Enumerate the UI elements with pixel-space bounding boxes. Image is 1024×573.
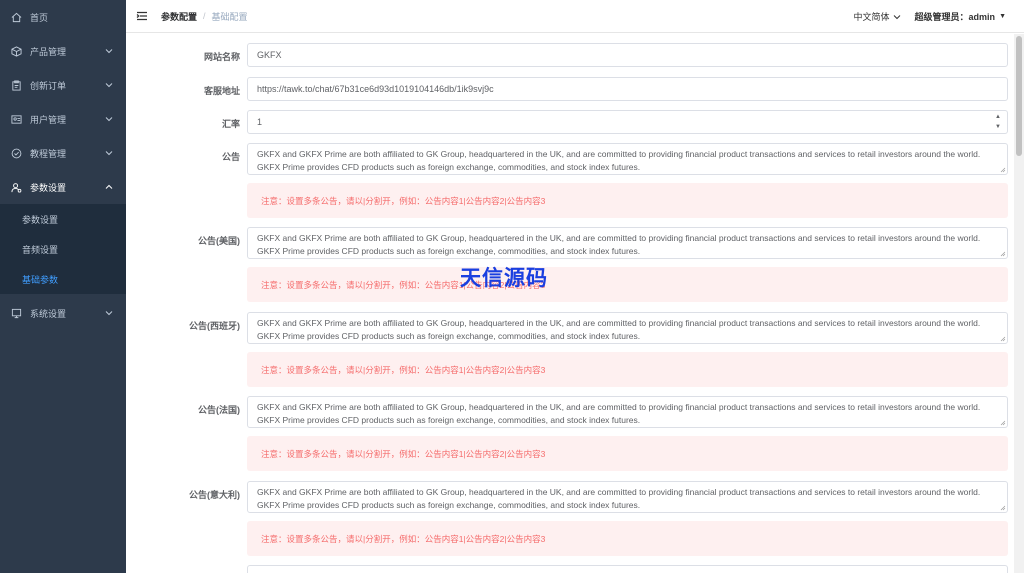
language-dropdown[interactable]: 中文简体 bbox=[854, 10, 901, 23]
notice-es-label: 公告(西班牙) bbox=[189, 321, 240, 331]
rate-input[interactable]: 1 ▲ ▼ bbox=[247, 110, 1008, 134]
chevron-down-icon bbox=[104, 80, 114, 90]
notice-label: 公告 bbox=[221, 152, 240, 162]
form-row-notice-fr: 公告(法国) GKFX and GKFX Prime are both affi… bbox=[126, 396, 1014, 472]
notice-fr-textarea[interactable]: GKFX and GKFX Prime are both affiliated … bbox=[247, 396, 1008, 428]
sidebar-subitem-label: 基础参数 bbox=[22, 274, 59, 285]
page-scrollbar[interactable] bbox=[1014, 34, 1024, 573]
notice-text: GKFX and GKFX Prime are both affiliated … bbox=[257, 402, 981, 425]
rate-label: 汇率 bbox=[221, 119, 240, 129]
sidebar-item-label: 产品管理 bbox=[30, 46, 67, 57]
form-row-notice-next: GKFX and GKFX Prime are both affiliated … bbox=[126, 565, 1014, 573]
chevron-down-icon bbox=[104, 308, 114, 318]
rate-value: 1 bbox=[257, 117, 263, 127]
service-label: 客服地址 bbox=[203, 86, 240, 96]
resize-grip-icon[interactable] bbox=[1000, 167, 1006, 173]
sidebar: 首页 产品管理 创新订单 用户管理 教程管理 参数设置 参数设置 音频设置 基础… bbox=[0, 0, 126, 573]
clipboard-icon bbox=[10, 79, 22, 91]
top-navbar: 参数配置 / 基础配置 中文简体 超级管理员：admin ▼ bbox=[126, 0, 1024, 33]
sidebar-item-label: 教程管理 bbox=[30, 148, 67, 159]
cube-icon bbox=[10, 45, 22, 57]
settings-form: 网站名称 GKFX 客服地址 https://tawk.to/chat/67b3… bbox=[126, 34, 1014, 573]
chevron-down-icon bbox=[104, 148, 114, 158]
sidebar-subitem-label: 音频设置 bbox=[22, 244, 59, 255]
caret-down-icon: ▼ bbox=[999, 13, 1006, 20]
hamburger-menu-icon[interactable] bbox=[135, 9, 149, 23]
sidebar-item-label: 用户管理 bbox=[30, 114, 67, 125]
form-row-notice-it: 公告(意大利) GKFX and GKFX Prime are both aff… bbox=[126, 481, 1014, 557]
notice-fr-label: 公告(法国) bbox=[198, 405, 240, 415]
notice-text: GKFX and GKFX Prime are both affiliated … bbox=[257, 149, 981, 172]
form-row-notice-us: 公告(美国) GKFX and GKFX Prime are both affi… bbox=[126, 227, 1014, 303]
chevron-down-icon bbox=[893, 14, 900, 19]
notice-it-textarea[interactable]: GKFX and GKFX Prime are both affiliated … bbox=[247, 481, 1008, 513]
notice-us-textarea[interactable]: GKFX and GKFX Prime are both affiliated … bbox=[247, 227, 1008, 259]
notice-us-hint-alert: 注意：设置多条公告，请以|分割开，例如：公告内容1|公告内容2|公告内容3 bbox=[247, 267, 1008, 302]
user-settings-icon bbox=[10, 181, 22, 193]
sidebar-subitem-audio-settings[interactable]: 音频设置 bbox=[0, 234, 126, 264]
sidebar-item-orders[interactable]: 创新订单 bbox=[0, 68, 126, 102]
resize-grip-icon[interactable] bbox=[1000, 251, 1006, 257]
sidebar-subitem-label: 参数设置 bbox=[22, 214, 59, 225]
form-row-rate: 汇率 1 ▲ ▼ bbox=[126, 110, 1014, 134]
notice-text: GKFX and GKFX Prime are both affiliated … bbox=[257, 318, 981, 341]
admin-dropdown[interactable]: 超级管理员：admin ▼ bbox=[915, 10, 1006, 23]
check-circle-icon bbox=[10, 147, 22, 159]
scrollbar-thumb[interactable] bbox=[1016, 36, 1022, 156]
sidebar-item-label: 创新订单 bbox=[30, 80, 67, 91]
sidebar-item-params[interactable]: 参数设置 bbox=[0, 170, 126, 204]
form-row-site-name: 网站名称 GKFX bbox=[126, 43, 1014, 67]
notice-text: GKFX and GKFX Prime are both affiliated … bbox=[257, 487, 981, 510]
sidebar-item-label: 首页 bbox=[30, 12, 49, 23]
form-row-notice-es: 公告(西班牙) GKFX and GKFX Prime are both aff… bbox=[126, 312, 1014, 388]
sidebar-item-tutorials[interactable]: 教程管理 bbox=[0, 136, 126, 170]
language-label: 中文简体 bbox=[853, 12, 890, 22]
breadcrumb-item-basic: 基础配置 bbox=[211, 11, 248, 22]
admin-label: 超级管理员：admin bbox=[914, 12, 996, 22]
sidebar-subitem-basic-params[interactable]: 基础参数 bbox=[0, 264, 126, 294]
form-row-notice: 公告 GKFX and GKFX Prime are both affiliat… bbox=[126, 143, 1014, 219]
notice-it-label: 公告(意大利) bbox=[189, 490, 240, 500]
notice-us-label: 公告(美国) bbox=[198, 236, 240, 246]
resize-grip-icon[interactable] bbox=[1000, 420, 1006, 426]
notice-it-hint-alert: 注意：设置多条公告，请以|分割开，例如：公告内容1|公告内容2|公告内容3 bbox=[247, 521, 1008, 556]
sidebar-item-label: 参数设置 bbox=[30, 182, 67, 193]
notice-es-textarea[interactable]: GKFX and GKFX Prime are both affiliated … bbox=[247, 312, 1008, 344]
stepper-up-icon[interactable]: ▲ bbox=[995, 113, 1001, 121]
sidebar-submenu: 参数设置 音频设置 基础参数 bbox=[0, 204, 126, 294]
sidebar-item-label: 系统设置 bbox=[30, 308, 67, 319]
sidebar-item-users[interactable]: 用户管理 bbox=[0, 102, 126, 136]
notice-hint-alert: 注意：设置多条公告，请以|分割开，例如：公告内容1|公告内容2|公告内容3 bbox=[247, 183, 1008, 218]
sidebar-item-system[interactable]: 系统设置 bbox=[0, 296, 126, 330]
chevron-up-icon bbox=[104, 182, 114, 192]
monitor-icon bbox=[10, 307, 22, 319]
breadcrumb: 参数配置 / 基础配置 bbox=[161, 10, 248, 23]
form-row-service: 客服地址 https://tawk.to/chat/67b31ce6d93d10… bbox=[126, 77, 1014, 101]
stepper-down-icon[interactable]: ▼ bbox=[995, 123, 1001, 131]
user-card-icon bbox=[10, 113, 22, 125]
breadcrumb-separator: / bbox=[203, 11, 206, 21]
notice-next-textarea[interactable]: GKFX and GKFX Prime are both affiliated … bbox=[247, 565, 1008, 573]
sidebar-subitem-param-settings[interactable]: 参数设置 bbox=[0, 204, 126, 234]
chevron-down-icon bbox=[104, 46, 114, 56]
site-name-label: 网站名称 bbox=[203, 52, 240, 62]
notice-textarea[interactable]: GKFX and GKFX Prime are both affiliated … bbox=[247, 143, 1008, 175]
watermark: 天信源码 bbox=[460, 266, 548, 290]
resize-grip-icon[interactable] bbox=[1000, 336, 1006, 342]
notice-fr-hint-alert: 注意：设置多条公告，请以|分割开，例如：公告内容1|公告内容2|公告内容3 bbox=[247, 436, 1008, 471]
chevron-down-icon bbox=[104, 114, 114, 124]
service-url-input[interactable]: https://tawk.to/chat/67b31ce6d93d1019104… bbox=[247, 77, 1008, 101]
breadcrumb-item-params[interactable]: 参数配置 bbox=[161, 10, 197, 23]
home-icon bbox=[10, 11, 22, 23]
sidebar-item-home[interactable]: 首页 bbox=[0, 0, 126, 34]
site-name-input[interactable]: GKFX bbox=[247, 43, 1008, 67]
notice-es-hint-alert: 注意：设置多条公告，请以|分割开，例如：公告内容1|公告内容2|公告内容3 bbox=[247, 352, 1008, 387]
notice-text: GKFX and GKFX Prime are both affiliated … bbox=[257, 233, 981, 256]
header-actions: 中文简体 超级管理员：admin ▼ bbox=[854, 0, 1006, 33]
resize-grip-icon[interactable] bbox=[1000, 505, 1006, 511]
rate-stepper[interactable]: ▲ ▼ bbox=[993, 113, 1003, 131]
sidebar-item-products[interactable]: 产品管理 bbox=[0, 34, 126, 68]
